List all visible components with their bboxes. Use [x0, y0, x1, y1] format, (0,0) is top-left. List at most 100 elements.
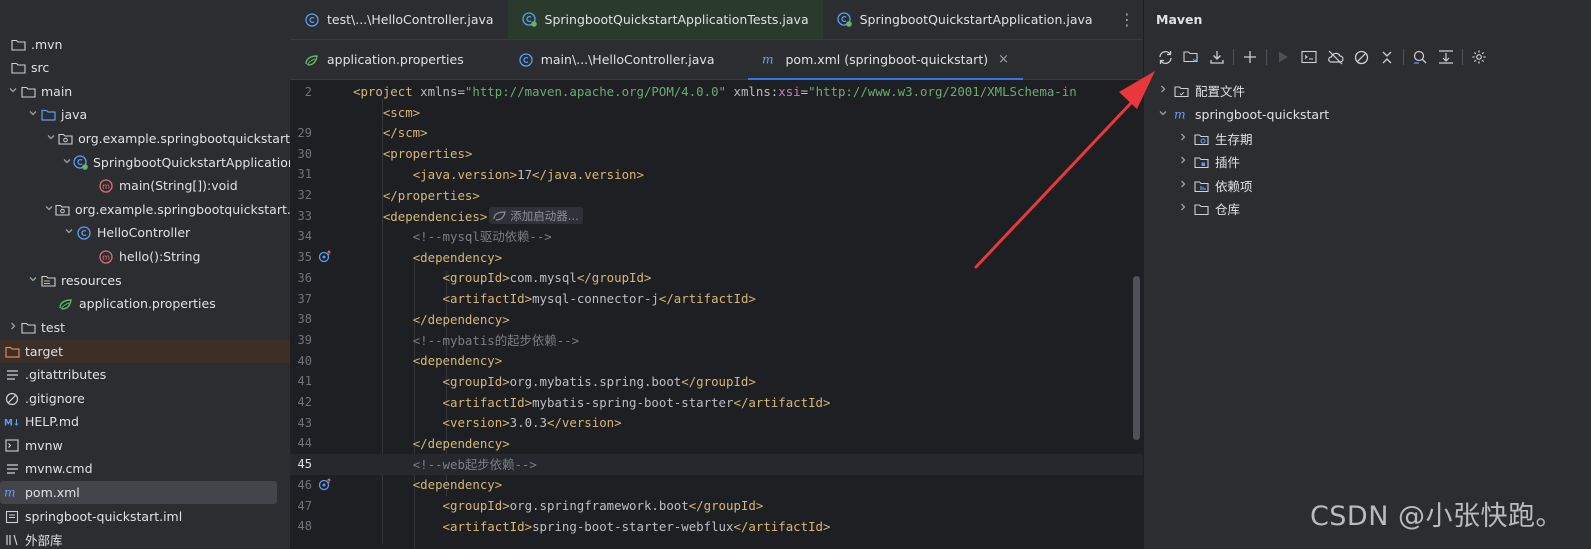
chevron-down-icon[interactable] — [62, 156, 72, 169]
svg-text:m: m — [1174, 108, 1186, 121]
tree-item-label: 外部库 — [25, 533, 63, 548]
chevron-down-icon[interactable] — [6, 85, 20, 98]
tree-item[interactable]: mvnw — [0, 434, 290, 457]
tree-item-label: hello():String — [119, 249, 201, 264]
add-maven-project-icon[interactable] — [1178, 44, 1204, 70]
collapse-icon[interactable] — [1374, 44, 1400, 70]
chevron-right-icon[interactable] — [6, 321, 20, 334]
offline-mode-icon[interactable] — [1322, 44, 1348, 70]
line-number: 46 — [297, 477, 312, 492]
maven-icon: m — [4, 485, 20, 501]
tree-item[interactable]: .mvn — [0, 33, 290, 56]
download-icon[interactable] — [1204, 44, 1230, 70]
chevron-right-icon[interactable] — [1176, 202, 1190, 215]
class-icon — [518, 52, 534, 68]
plus-icon[interactable] — [1237, 44, 1263, 70]
maven-tree-item-label: 生存期 — [1215, 132, 1253, 147]
repositories-folder-icon — [1194, 201, 1210, 217]
tree-item[interactable]: m hello():String — [0, 245, 290, 268]
chevron-down-icon[interactable] — [44, 132, 57, 145]
chevron-right-icon[interactable] — [1156, 84, 1170, 97]
tree-item-label: src — [31, 60, 50, 75]
tree-item[interactable]: SpringbootQuickstartApplication — [0, 151, 290, 174]
dependency-gutter-icon[interactable] — [318, 478, 332, 492]
tree-item-label: java — [61, 107, 88, 122]
line-number: 41 — [297, 374, 312, 389]
tree-item[interactable]: org.example.springbootquickstart — [0, 127, 290, 150]
maven-tree-item[interactable]: 配置文件 — [1156, 79, 1245, 102]
execute-goal-icon[interactable] — [1296, 44, 1322, 70]
editor-tab[interactable]: m pom.xml (springboot-quickstart) × — [748, 40, 1023, 80]
close-icon[interactable]: × — [998, 52, 1009, 67]
tree-item[interactable]: m pom.xml — [0, 481, 277, 504]
tree-item[interactable]: HelloController — [0, 221, 290, 244]
tree-item[interactable]: .gitattributes — [0, 363, 290, 386]
tree-item[interactable]: main — [0, 80, 290, 103]
tree-item[interactable]: .gitignore — [0, 387, 290, 410]
tree-item-label: main(String[]):void — [119, 178, 238, 193]
code-text: <groupId>org.springframework.boot</group… — [442, 498, 764, 513]
code-line: 32 </properties> — [290, 185, 1143, 206]
tree-item-label: .gitignore — [25, 391, 85, 406]
editor-tab[interactable]: SpringbootQuickstartApplication.java — [823, 0, 1107, 39]
line-number: 47 — [297, 498, 312, 513]
dependency-gutter-icon[interactable] — [318, 250, 332, 264]
editor-tab[interactable]: test\...\HelloController.java — [290, 0, 508, 39]
add-starter-hint[interactable]: 添加启动器... — [489, 207, 583, 225]
tree-item[interactable]: src — [0, 56, 290, 79]
code-text: <!--web起步依赖--> — [412, 457, 537, 473]
editor-tab[interactable]: SpringbootQuickstartApplicationTests.jav… — [507, 0, 823, 39]
chevron-down-icon[interactable] — [26, 274, 40, 287]
editor-tab-label: pom.xml (springboot-quickstart) — [785, 52, 989, 67]
chevron-right-icon[interactable] — [1176, 155, 1190, 168]
plugins-folder-icon — [1194, 154, 1210, 170]
maven-tree-item-label: 依赖项 — [1215, 179, 1253, 194]
class-icon — [304, 12, 320, 28]
chevron-down-icon[interactable] — [1156, 108, 1170, 121]
code-line: 31 <java.version>17</java.version> — [290, 164, 1143, 185]
tree-item[interactable]: mvnw.cmd — [0, 457, 290, 480]
maven-tree-item[interactable]: 依赖项 — [1176, 174, 1253, 197]
chevron-right-icon[interactable] — [1176, 132, 1190, 145]
toolbar-separator — [1403, 49, 1404, 65]
tree-item[interactable]: m main(String[]):void — [0, 174, 290, 197]
maven-tree-item[interactable]: m springboot-quickstart — [1156, 103, 1329, 126]
maven-tree-item[interactable]: 插件 — [1176, 150, 1240, 173]
chevron-down-icon[interactable] — [44, 203, 54, 216]
code-area[interactable]: 2 <project xmlns="http://maven.apache.org… — [290, 81, 1143, 549]
maven-tree-item[interactable]: 仓库 — [1176, 197, 1240, 220]
chevron-down-icon[interactable] — [62, 226, 76, 239]
line-number: 2 — [304, 84, 312, 99]
editor-scrollbar[interactable] — [1133, 276, 1140, 440]
reload-icon[interactable] — [1152, 44, 1178, 70]
tree-item[interactable]: test — [0, 316, 290, 339]
spring-class-icon — [72, 155, 88, 171]
tree-item[interactable]: 外部库 — [0, 528, 290, 549]
code-text: </dependency> — [412, 311, 510, 327]
resources-folder-icon — [40, 273, 56, 289]
maven-tree-item[interactable]: 生存期 — [1176, 127, 1253, 150]
code-line: 2 <project xmlns="http://maven.apache.org… — [290, 81, 1143, 102]
maven-tool-window: Maven 配置文件 m springboot-quickstart 生存期 插件 依赖项… — [1143, 0, 1591, 549]
tree-item[interactable]: M↓ HELP.md — [0, 410, 290, 433]
editor-tab[interactable]: application.properties — [290, 40, 504, 79]
tree-item-label: .gitattributes — [25, 367, 107, 382]
code-line: 34 <!--mysql驱动依赖--> — [290, 226, 1143, 247]
tree-item[interactable]: org.example.springbootquickstart.co — [0, 198, 290, 221]
run-icon[interactable] — [1270, 44, 1296, 70]
tree-item-label: mvnw.cmd — [25, 461, 93, 476]
tree-item[interactable]: springboot-quickstart.iml — [0, 505, 290, 528]
skip-tests-icon[interactable] — [1348, 44, 1374, 70]
more-tabs-icon[interactable]: ⋮ — [1111, 0, 1143, 39]
editor-tab[interactable]: main\...\HelloController.java — [504, 40, 749, 79]
tree-item[interactable]: application.properties — [0, 292, 290, 315]
tree-item[interactable]: target — [0, 340, 290, 363]
chevron-right-icon[interactable] — [1176, 179, 1190, 192]
tree-item[interactable]: java — [0, 103, 290, 126]
settings-icon[interactable] — [1466, 44, 1492, 70]
spring-properties-icon — [304, 52, 320, 68]
chevron-down-icon[interactable] — [26, 108, 40, 121]
show-diagram-icon[interactable] — [1433, 44, 1459, 70]
analyze-dependencies-icon[interactable] — [1407, 44, 1433, 70]
tree-item[interactable]: resources — [0, 269, 290, 292]
